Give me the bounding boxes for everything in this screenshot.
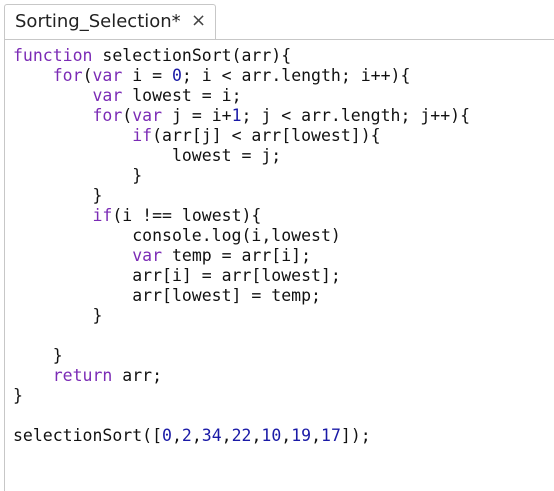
code-number: 10 [261, 426, 282, 445]
code-token: (i !== lowest){ [112, 206, 262, 225]
code-token: , [251, 426, 262, 445]
code-token: ]); [340, 426, 371, 445]
code-token: lowest = i; [122, 86, 242, 105]
code-number: 2 [181, 426, 192, 445]
code-line: lowest = j; [13, 146, 281, 166]
code-number: 34 [201, 426, 222, 445]
code-line: selectionSort([0,2,34,22,10,19,17]); [13, 426, 371, 446]
tab-title: Sorting_Selection* [15, 11, 181, 32]
code-line: var lowest = i; [13, 86, 242, 106]
code-keyword: for [92, 106, 123, 125]
code-token: } [13, 306, 103, 325]
code-token: arr; [112, 366, 163, 385]
code-token: ( [122, 106, 133, 125]
code-token: temp = arr[i]; [162, 246, 312, 265]
code-keyword: var [132, 246, 163, 265]
code-line: return arr; [13, 366, 162, 386]
code-line: arr[i] = arr[lowest]; [13, 266, 341, 286]
code-line: for(var i = 0; i < arr.length; i++){ [13, 66, 411, 86]
code-token: ; j < arr.length; j++){ [241, 106, 471, 125]
code-number: 0 [162, 426, 172, 445]
code-line: } [13, 306, 102, 326]
code-keyword: var [92, 66, 123, 85]
code-token: lowest = j; [13, 146, 282, 165]
code-number: 19 [291, 426, 312, 445]
code-keyword: var [92, 86, 123, 105]
code-line: function selectionSort(arr){ [13, 46, 291, 66]
code-number: 22 [231, 426, 252, 445]
code-line: } [13, 346, 63, 366]
code-token: ; i < arr.length; i++){ [181, 66, 411, 85]
close-icon[interactable]: × [191, 10, 206, 31]
code-token: , [281, 426, 292, 445]
code-token: j = i+ [162, 106, 232, 125]
code-number: 17 [321, 426, 341, 445]
code-token: selectionSort([ [13, 426, 163, 445]
code-token: , [311, 426, 322, 445]
code-line: arr[lowest] = temp; [13, 286, 321, 306]
code-line: if(i !== lowest){ [13, 206, 261, 226]
tab-bar: Sorting_Selection* × [0, 0, 554, 40]
code-token: } [13, 166, 143, 185]
code-token: , [171, 426, 182, 445]
code-keyword: for [52, 66, 83, 85]
code-keyword: function [13, 46, 93, 65]
code-token: arr[i] = arr[lowest]; [13, 266, 341, 285]
code-line: console.log(i,lowest) [13, 226, 341, 246]
code-token: ( [82, 66, 93, 85]
code-keyword: if [92, 206, 113, 225]
code-line: var temp = arr[i]; [13, 246, 311, 266]
code-number: 0 [171, 66, 182, 85]
code-line: if(arr[j] < arr[lowest]){ [13, 126, 381, 146]
code-number: 1 [231, 106, 242, 125]
tab-sorting-selection[interactable]: Sorting_Selection* × [4, 4, 216, 40]
code-token: , [221, 426, 232, 445]
code-token: (arr[j] < arr[lowest]){ [152, 126, 381, 145]
code-token: } [13, 386, 23, 405]
code-token: console.log(i,lowest) [13, 226, 341, 245]
code-line: for(var j = i+1; j < arr.length; j++){ [13, 106, 470, 126]
code-token: arr[lowest] = temp; [13, 286, 321, 305]
code-line: } [13, 386, 23, 406]
code-token: i = [122, 66, 172, 85]
code-keyword: var [132, 106, 163, 125]
code-editor[interactable]: function selectionSort(arr){ for(var i =… [4, 39, 554, 491]
code-keyword: return [52, 366, 113, 385]
code-token: selectionSort(arr){ [92, 46, 292, 65]
code-token: , [191, 426, 202, 445]
code-line: } [13, 186, 102, 206]
code-keyword: if [132, 126, 153, 145]
code-token: } [13, 346, 63, 365]
code-token: } [13, 186, 103, 205]
code-line: } [13, 166, 142, 186]
